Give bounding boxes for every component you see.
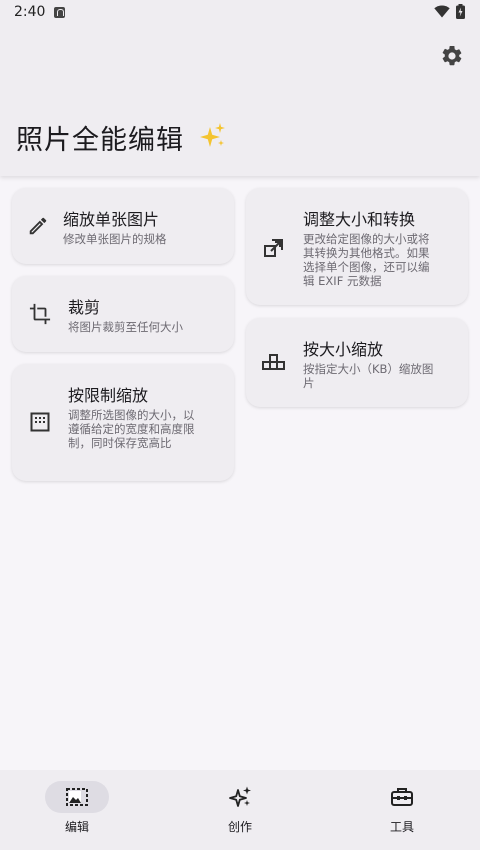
card-crop[interactable]: 裁剪 将图片裁剪至任何大小 xyxy=(12,276,234,352)
card-title: 按限制缩放 xyxy=(68,386,149,405)
card-resize-convert[interactable]: 调整大小和转换 更改给定图像的大小或将其转换为其他格式。如果选择单个图像，还可以… xyxy=(246,188,468,305)
nav-pill xyxy=(208,781,272,813)
nav-label: 创作 xyxy=(227,820,252,834)
status-bar: 2:40 xyxy=(0,0,480,26)
sparkles-icon xyxy=(200,123,225,147)
nav-item-tools[interactable]: 工具 xyxy=(325,770,480,850)
card-resize-single[interactable]: 缩放单张图片 修改单张图片的规格 xyxy=(12,188,234,264)
card-description: 按指定大小（KB）缩放图片 xyxy=(303,362,434,390)
card-title: 缩放单张图片 xyxy=(63,210,160,229)
nav-label: 工具 xyxy=(389,820,414,834)
resize-convert-icon xyxy=(262,236,286,260)
aspect-grid-icon xyxy=(28,410,52,434)
page-title: 照片全能编辑 xyxy=(16,125,184,156)
nav-item-create[interactable]: 创作 xyxy=(163,770,323,850)
notification-icon xyxy=(54,7,65,18)
pencil-icon xyxy=(26,214,50,238)
card-description: 调整所选图像的大小，以遵循给定的宽度和高度限制，同时保存宽高比 xyxy=(68,408,195,450)
image-edit-icon xyxy=(66,788,88,806)
nav-pill xyxy=(45,781,109,813)
card-title: 裁剪 xyxy=(68,298,101,317)
settings-button[interactable] xyxy=(438,42,466,70)
bottom-navigation: 编辑 创作 工具 xyxy=(0,770,480,850)
battery-icon xyxy=(456,4,465,19)
card-resize-by-size[interactable]: 按大小缩放 按指定大小（KB）缩放图片 xyxy=(246,318,468,407)
toolbox-icon xyxy=(391,788,413,806)
size-blocks-icon xyxy=(262,351,286,375)
card-limit-resize[interactable]: 按限制缩放 调整所选图像的大小，以遵循给定的宽度和高度限制，同时保存宽高比 xyxy=(12,364,234,481)
crop-icon xyxy=(28,302,52,326)
card-title: 调整大小和转换 xyxy=(303,210,416,229)
card-description: 将图片裁剪至任何大小 xyxy=(68,320,183,334)
card-description: 修改单张图片的规格 xyxy=(63,232,167,246)
card-description: 更改给定图像的大小或将其转换为其他格式。如果选择单个图像，还可以编辑 EXIF … xyxy=(303,232,430,288)
nav-item-edit[interactable]: 编辑 xyxy=(0,770,160,850)
top-app-bar: 2:40 照片全能编辑 xyxy=(0,0,480,176)
nav-pill xyxy=(370,781,434,813)
nav-label: 编辑 xyxy=(64,820,89,834)
card-title: 按大小缩放 xyxy=(303,340,384,359)
gear-icon xyxy=(442,45,462,66)
wifi-icon xyxy=(434,5,450,18)
sparkles-icon xyxy=(229,786,251,807)
status-time: 2:40 xyxy=(14,4,46,20)
